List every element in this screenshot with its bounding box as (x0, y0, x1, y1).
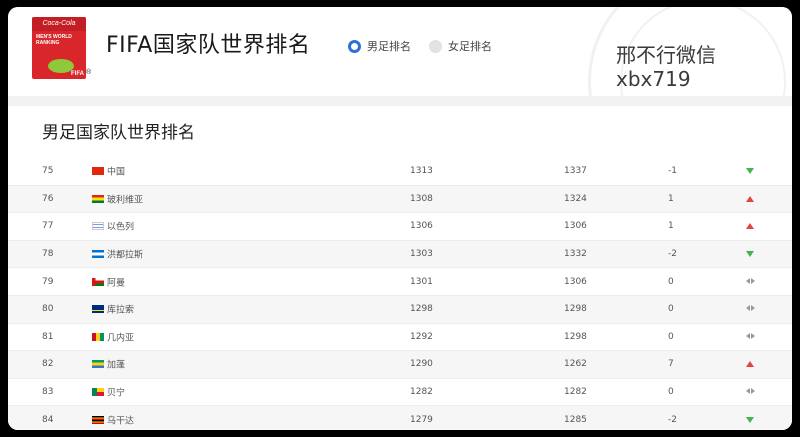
honduras-flag-icon (92, 250, 104, 259)
tab-mens-ranking[interactable]: 男足排名 (348, 38, 411, 54)
header-bar: Coca-Cola MEN'S WORLD RANKING FIFA ® FIF… (8, 7, 792, 197)
rank-change-cell: 0 (668, 276, 674, 287)
trend-down-icon (746, 415, 756, 425)
section-title: 男足国家队世界排名 (42, 123, 195, 143)
team-name-link[interactable]: 阿曼 (107, 275, 125, 288)
rank-change-cell: -1 (668, 166, 677, 177)
points-cell: 1301 (410, 276, 433, 287)
rank-change-cell: -2 (668, 249, 677, 260)
trend-down-icon (746, 249, 756, 259)
rank-cell: 75 (42, 166, 54, 177)
team-name-link[interactable]: 玻利维亚 (107, 192, 143, 205)
rank-change-cell: 0 (668, 331, 674, 342)
app-window: Coca-Cola MEN'S WORLD RANKING FIFA ® FIF… (8, 7, 792, 430)
table-row[interactable]: 84 乌干达 1279 1285 -2 (8, 406, 792, 430)
tab-womens-ranking[interactable]: 女足排名 (429, 38, 492, 54)
previous-points-cell: 1306 (564, 276, 587, 287)
curacao-flag-icon (92, 305, 104, 314)
table-row[interactable]: 78 洪都拉斯 1303 1332 -2 (8, 240, 792, 269)
uganda-flag-icon (92, 415, 104, 424)
previous-points-cell: 1282 (564, 387, 587, 398)
rank-cell: 84 (42, 414, 54, 425)
fifa-ranking-logo: Coca-Cola MEN'S WORLD RANKING FIFA (32, 17, 86, 79)
points-cell: 1292 (410, 331, 433, 342)
benin-flag-icon (92, 388, 104, 397)
page-title: FIFA国家队世界排名 (106, 33, 311, 58)
trend-same-icon (746, 277, 756, 287)
previous-points-cell: 1285 (564, 414, 587, 425)
ranking-panel: 男足国家队世界排名 75 中国 1313 1337 -1 76 玻利维亚 1308 1324 1 7… (8, 106, 792, 430)
rank-change-cell: 0 (668, 304, 674, 315)
team-name-link[interactable]: 几内亚 (107, 330, 134, 343)
registered-mark: ® (86, 69, 92, 76)
trend-up-icon (746, 359, 756, 369)
team-name-link[interactable]: 库拉索 (107, 303, 134, 316)
rank-change-cell: -2 (668, 414, 677, 425)
rank-cell: 80 (42, 304, 54, 315)
rank-change-cell: 0 (668, 387, 674, 398)
ranking-table: 75 中国 1313 1337 -1 76 玻利维亚 1308 1324 1 77 以色列 1306 13… (8, 158, 792, 430)
ranking-type-toggle: 男足排名 女足排名 (348, 38, 510, 54)
rank-cell: 77 (42, 221, 54, 232)
rank-change-cell: 1 (668, 221, 674, 232)
table-row[interactable]: 75 中国 1313 1337 -1 (8, 158, 792, 186)
previous-points-cell: 1298 (564, 331, 587, 342)
rank-cell: 81 (42, 331, 54, 342)
team-name-link[interactable]: 乌干达 (107, 413, 134, 426)
trend-same-icon (746, 304, 756, 314)
table-row[interactable]: 80 库拉索 1298 1298 0 (8, 295, 792, 324)
previous-points-cell: 1324 (564, 193, 587, 204)
trend-same-icon (746, 332, 756, 342)
table-row[interactable]: 77 以色列 1306 1306 1 (8, 213, 792, 241)
rank-cell: 82 (42, 359, 54, 370)
bolivia-flag-icon (92, 194, 104, 203)
points-cell: 1279 (410, 414, 433, 425)
china-flag-icon (92, 167, 104, 176)
previous-points-cell: 1337 (564, 166, 587, 177)
israel-flag-icon (92, 222, 104, 231)
trend-up-icon (746, 194, 756, 204)
rank-change-cell: 1 (668, 193, 674, 204)
gabon-flag-icon (92, 360, 104, 369)
team-name-link[interactable]: 贝宁 (107, 386, 125, 399)
table-row[interactable]: 76 玻利维亚 1308 1324 1 (8, 185, 792, 214)
table-row[interactable]: 79 阿曼 1301 1306 0 (8, 268, 792, 296)
team-name-link[interactable]: 洪都拉斯 (107, 248, 143, 261)
previous-points-cell: 1298 (564, 304, 587, 315)
header-divider (8, 96, 792, 106)
watermark-text: 邢不行微信 xbx719 (616, 43, 716, 91)
points-cell: 1308 (410, 193, 433, 204)
points-cell: 1306 (410, 221, 433, 232)
rank-cell: 78 (42, 249, 54, 260)
previous-points-cell: 1332 (564, 249, 587, 260)
points-cell: 1298 (410, 304, 433, 315)
points-cell: 1303 (410, 249, 433, 260)
team-name-link[interactable]: 加蓬 (107, 358, 125, 371)
points-cell: 1313 (410, 166, 433, 177)
radio-selected-icon (348, 39, 361, 53)
trend-same-icon (746, 387, 756, 397)
rank-cell: 79 (42, 276, 54, 287)
previous-points-cell: 1306 (564, 221, 587, 232)
table-row[interactable]: 83 贝宁 1282 1282 0 (8, 379, 792, 407)
oman-flag-icon (92, 277, 104, 286)
rank-cell: 83 (42, 387, 54, 398)
rank-cell: 76 (42, 193, 54, 204)
table-row[interactable]: 81 几内亚 1292 1298 0 (8, 324, 792, 352)
table-row[interactable]: 82 加蓬 1290 1262 7 (8, 351, 792, 379)
trend-down-icon (746, 166, 756, 176)
previous-points-cell: 1262 (564, 359, 587, 370)
trend-up-icon (746, 221, 756, 231)
team-name-link[interactable]: 中国 (107, 165, 125, 178)
guinea-flag-icon (92, 332, 104, 341)
points-cell: 1282 (410, 387, 433, 398)
rank-change-cell: 7 (668, 359, 674, 370)
team-name-link[interactable]: 以色列 (107, 220, 134, 233)
points-cell: 1290 (410, 359, 433, 370)
radio-unselected-icon (429, 39, 442, 53)
